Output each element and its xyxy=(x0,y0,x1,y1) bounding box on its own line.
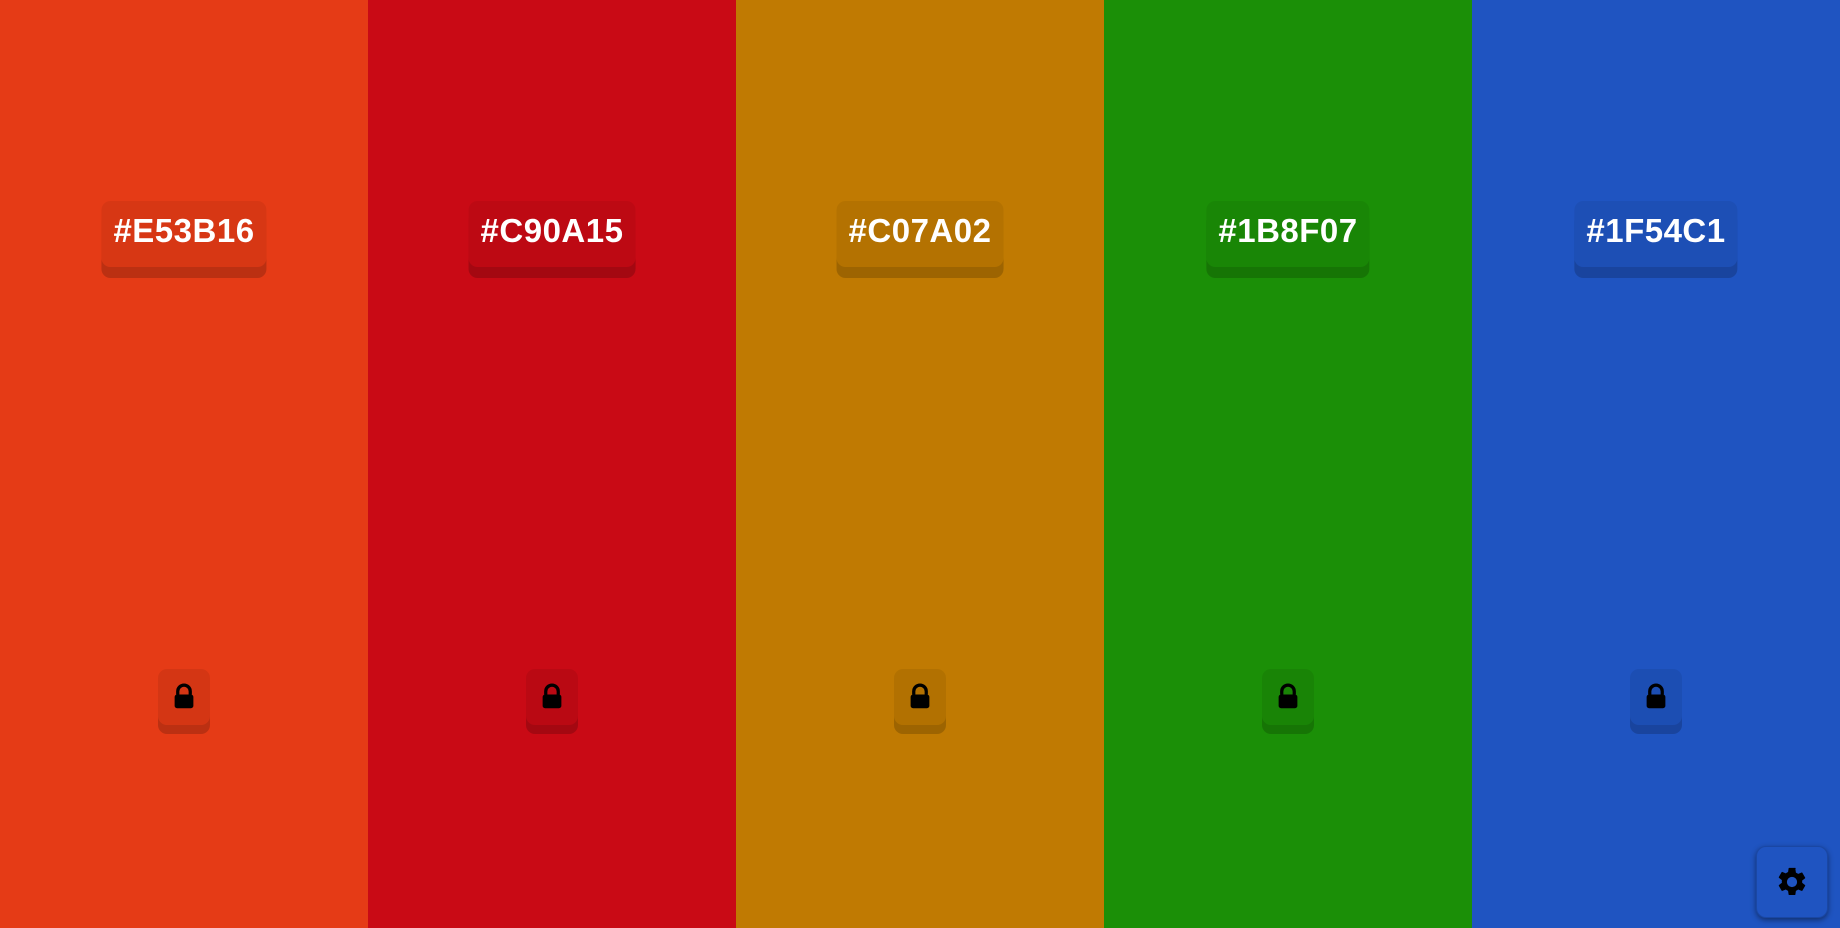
color-column-1[interactable]: #E53B16 xyxy=(0,0,368,928)
lock-toggle-button[interactable] xyxy=(1630,669,1682,725)
lock-toggle-button[interactable] xyxy=(1262,669,1314,725)
hex-code-label: #C90A15 xyxy=(480,212,624,249)
lock-icon xyxy=(910,683,930,709)
hex-code-button[interactable]: #E53B16 xyxy=(101,201,267,267)
lock-icon xyxy=(174,683,194,709)
color-column-5[interactable]: #1F54C1 xyxy=(1472,0,1840,928)
hex-code-label: #C07A02 xyxy=(848,212,992,249)
hex-code-button[interactable]: #1B8F07 xyxy=(1206,201,1370,267)
lock-icon xyxy=(1646,683,1666,709)
lock-icon xyxy=(1278,683,1298,709)
lock-toggle-button[interactable] xyxy=(894,669,946,725)
lock-icon xyxy=(542,683,562,709)
color-column-2[interactable]: #C90A15 xyxy=(368,0,736,928)
settings-button[interactable] xyxy=(1756,846,1828,918)
hex-code-label: #1F54C1 xyxy=(1586,212,1726,249)
color-column-4[interactable]: #1B8F07 xyxy=(1104,0,1472,928)
color-column-3[interactable]: #C07A02 xyxy=(736,0,1104,928)
color-palette: #E53B16 #C90A15 #C07A02 #1B8F07 #1F54C1 xyxy=(0,0,1840,928)
hex-code-button[interactable]: #C90A15 xyxy=(468,201,636,267)
lock-toggle-button[interactable] xyxy=(526,669,578,725)
hex-code-button[interactable]: #1F54C1 xyxy=(1574,201,1738,267)
hex-code-label: #1B8F07 xyxy=(1218,212,1358,249)
lock-toggle-button[interactable] xyxy=(158,669,210,725)
gear-icon xyxy=(1778,867,1806,896)
hex-code-button[interactable]: #C07A02 xyxy=(836,201,1004,267)
hex-code-label: #E53B16 xyxy=(113,212,255,249)
